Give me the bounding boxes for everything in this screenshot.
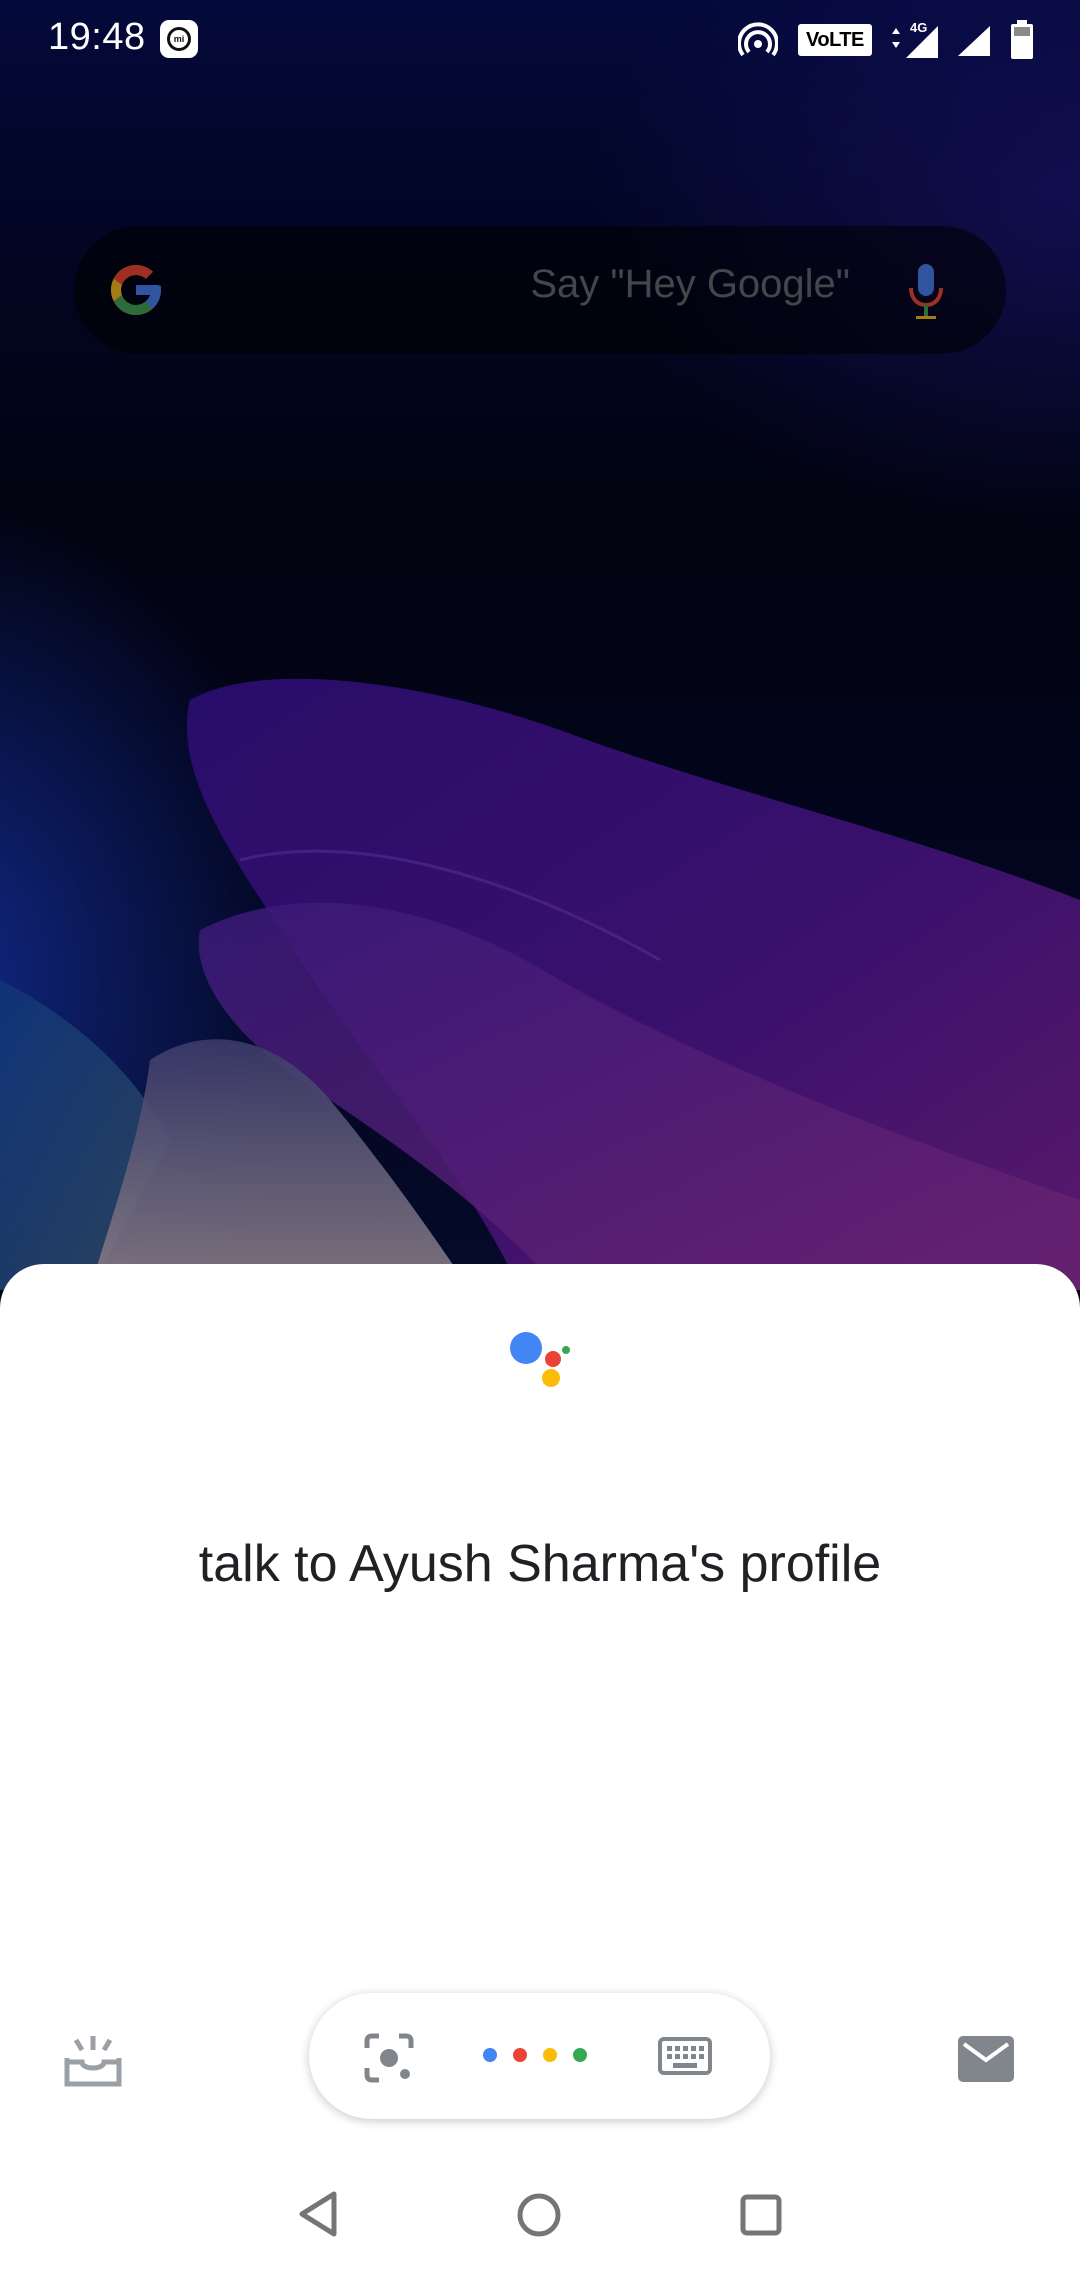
google-search-bar[interactable]: Say "Hey Google" bbox=[74, 226, 1006, 354]
wallpaper-waves bbox=[0, 678, 1080, 1290]
status-bar: 19:48 mi VoLTE 4G bbox=[0, 0, 1080, 80]
assistant-control-pill bbox=[309, 1993, 770, 2119]
signal-icon bbox=[958, 26, 990, 56]
recents-icon[interactable] bbox=[740, 2194, 782, 2236]
keyboard-icon[interactable] bbox=[658, 2037, 712, 2075]
search-hint: Say "Hey Google" bbox=[530, 262, 850, 306]
inbox-icon[interactable] bbox=[958, 2036, 1014, 2082]
hotspot-icon bbox=[738, 22, 778, 57]
lens-icon[interactable] bbox=[364, 2033, 414, 2083]
updates-icon[interactable] bbox=[62, 2032, 124, 2088]
mi-icon: mi bbox=[160, 20, 198, 58]
assistant-mic-dots[interactable] bbox=[483, 2045, 587, 2065]
home-wallpaper bbox=[0, 0, 1080, 1290]
back-icon[interactable] bbox=[296, 2190, 340, 2238]
assistant-sheet: talk to Ayush Sharma's profile bbox=[0, 1264, 1080, 2280]
signal-4g-icon: 4G bbox=[892, 20, 938, 58]
status-time: 19:48 bbox=[48, 16, 146, 58]
battery-icon bbox=[1011, 20, 1033, 59]
assistant-query-text: talk to Ayush Sharma's profile bbox=[198, 1535, 882, 1593]
svg-text:4G: 4G bbox=[910, 20, 927, 35]
phone-screen: 19:48 mi VoLTE 4G Say "Hey Google" talk … bbox=[0, 0, 1080, 2280]
assistant-logo-icon bbox=[510, 1332, 570, 1387]
mic-icon[interactable] bbox=[908, 264, 944, 320]
home-icon[interactable] bbox=[516, 2192, 562, 2238]
volte-badge: VoLTE bbox=[798, 24, 872, 56]
